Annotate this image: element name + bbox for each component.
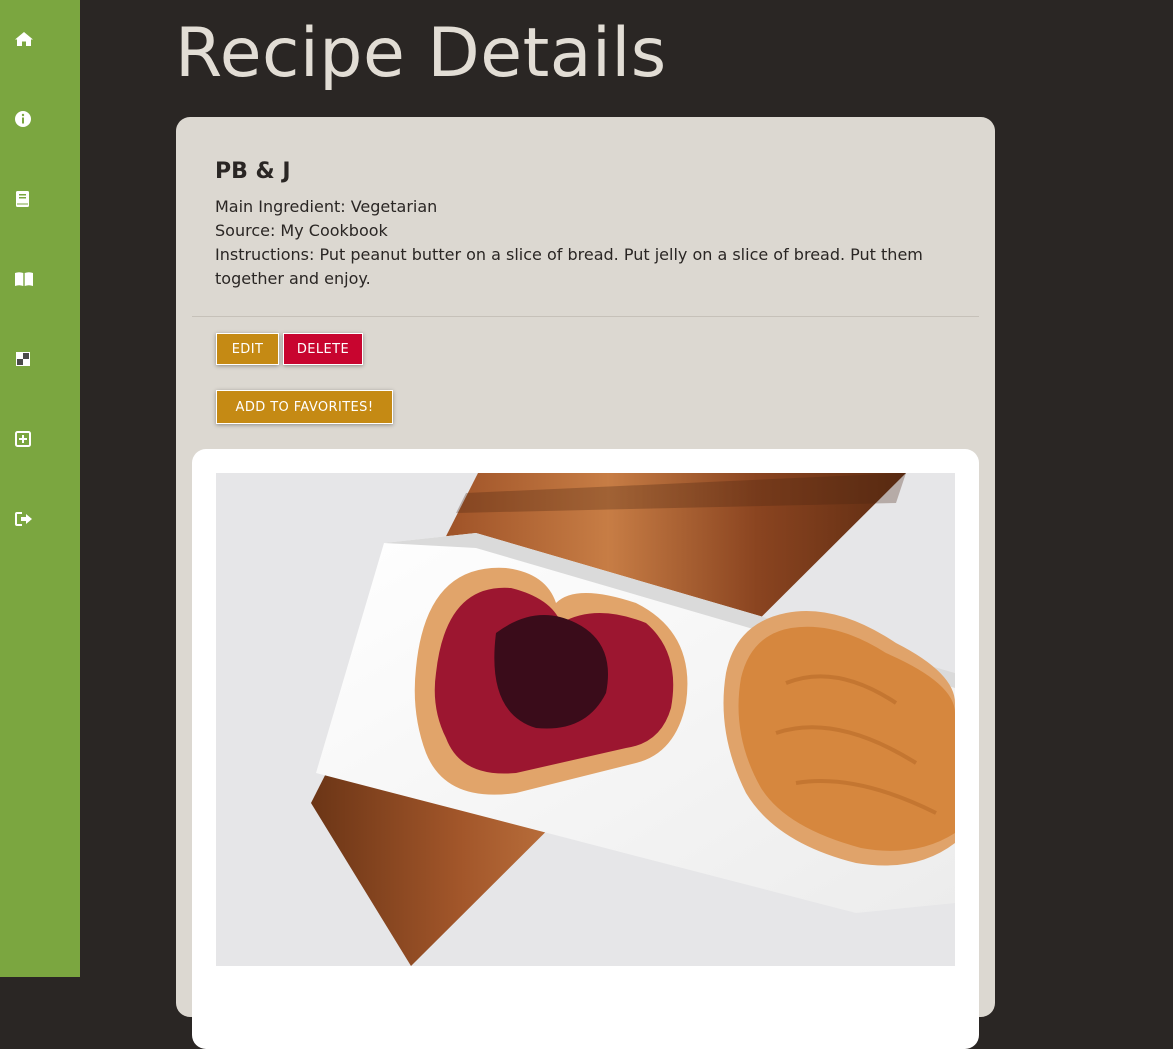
info-icon — [15, 111, 31, 127]
sidebar-item-info[interactable] — [0, 99, 80, 139]
sidebar-item-recipes[interactable] — [0, 179, 80, 219]
divider — [192, 316, 979, 317]
recipe-main-ingredient: Main Ingredient: Vegetarian — [215, 197, 438, 216]
recipe-card: PB & J Main Ingredient: Vegetarian Sourc… — [176, 117, 995, 1049]
recipe-name: PB & J — [215, 159, 291, 184]
checkerboard-icon — [16, 352, 30, 366]
sidebar-item-logout[interactable] — [0, 499, 80, 539]
plus-square-icon — [15, 431, 31, 447]
edit-button[interactable]: EDIT — [216, 333, 279, 365]
sidebar-item-add-recipe[interactable] — [0, 419, 80, 459]
sign-out-icon — [15, 512, 32, 526]
home-icon — [15, 32, 33, 46]
sidebar-item-meal-plan[interactable] — [0, 339, 80, 379]
recipe-image-card — [192, 449, 979, 1049]
sidebar-item-cookbook[interactable] — [0, 259, 80, 299]
page-title: Recipe Details — [175, 14, 667, 93]
recipe-source: Source: My Cookbook — [215, 221, 388, 240]
delete-button[interactable]: DELETE — [283, 333, 363, 365]
add-to-favorites-button[interactable]: ADD TO FAVORITES! — [216, 390, 393, 424]
open-book-icon — [15, 272, 33, 286]
book-icon — [16, 191, 29, 207]
recipe-instructions: Instructions: Put peanut butter on a sli… — [215, 245, 923, 288]
recipe-photo — [216, 473, 955, 966]
sidebar-item-home[interactable] — [0, 19, 80, 59]
sidebar — [0, 0, 80, 977]
